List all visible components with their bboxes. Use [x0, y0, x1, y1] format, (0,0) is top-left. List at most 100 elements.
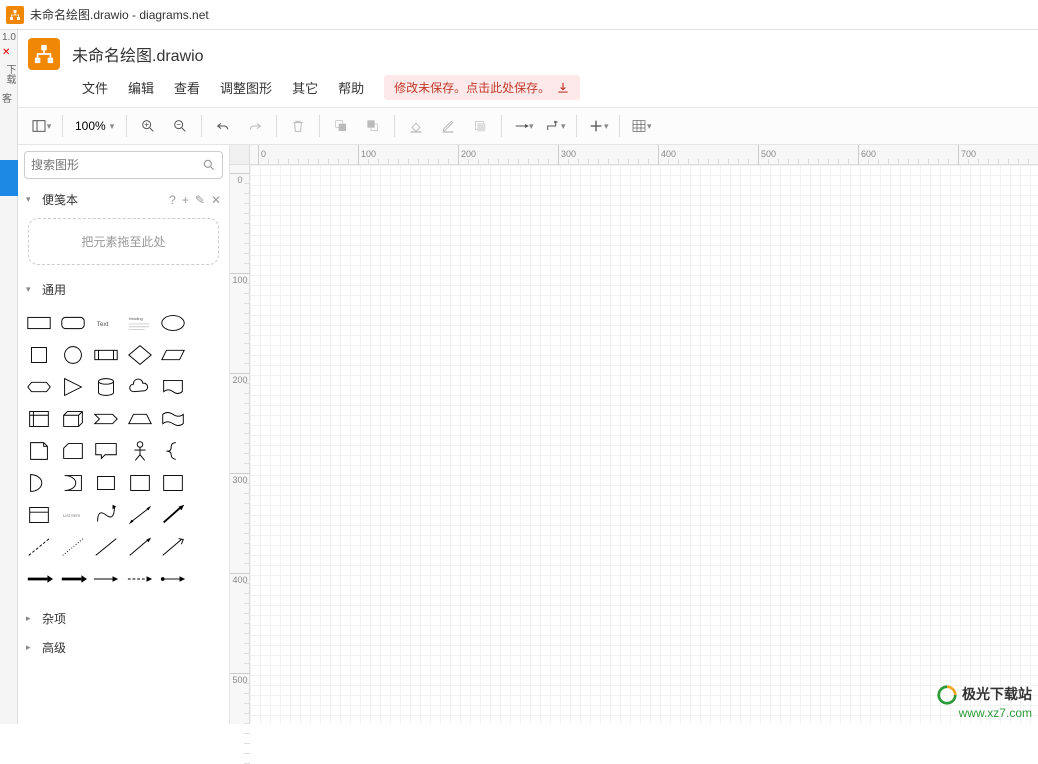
shape-line[interactable]	[91, 532, 121, 562]
shape-line-open-arrow[interactable]	[158, 532, 188, 562]
shape-and[interactable]	[58, 468, 88, 498]
shape-callout[interactable]	[91, 436, 121, 466]
undo-button[interactable]	[208, 112, 238, 140]
shape-internal-storage[interactable]	[24, 404, 54, 434]
shape-card[interactable]	[58, 436, 88, 466]
fill-color-button[interactable]	[401, 112, 431, 140]
shadow-button[interactable]	[465, 112, 495, 140]
menubar: 文件 编辑 查看 调整图形 其它 帮助 修改未保存。点击此处保存。	[18, 70, 1038, 107]
shape-hexagon[interactable]	[24, 372, 54, 402]
host-left-strip: 1.0 ✕ 下载 客	[0, 30, 18, 724]
shape-cube[interactable]	[58, 404, 88, 434]
window-titlebar: 未命名绘图.drawio - diagrams.net	[0, 0, 1038, 30]
zoom-dropdown[interactable]: 100%▾	[69, 119, 120, 133]
panel-advanced-header[interactable]: ▸ 高级	[18, 633, 229, 662]
shape-curve[interactable]	[91, 500, 121, 530]
scratchpad-dropzone[interactable]: 把元素拖至此处	[28, 218, 219, 265]
shape-circle[interactable]	[58, 340, 88, 370]
app-icon	[6, 6, 24, 24]
shape-search-input[interactable]	[31, 158, 202, 172]
shape-rounded-rectangle[interactable]	[58, 308, 88, 338]
menu-extras[interactable]: 其它	[282, 74, 328, 101]
delete-button[interactable]	[283, 112, 313, 140]
chevron-right-icon: ▸	[26, 642, 36, 653]
chevron-right-icon: ▸	[26, 613, 36, 624]
connection-style-button[interactable]: ▾	[508, 112, 538, 140]
app-shell: 未命名绘图.drawio 文件 编辑 查看 调整图形 其它 帮助 修改未保存。点…	[18, 30, 1038, 724]
search-icon	[202, 158, 216, 172]
to-back-button[interactable]	[358, 112, 388, 140]
shape-step[interactable]	[91, 404, 121, 434]
shape-list[interactable]	[24, 500, 54, 530]
unsaved-banner-text: 修改未保存。点击此处保存。	[394, 79, 550, 96]
shape-palette-general: Text Heading	[18, 304, 229, 604]
shape-process[interactable]	[91, 340, 121, 370]
scratchpad-edit-icon[interactable]: ✎	[195, 193, 205, 207]
waypoint-style-button[interactable]: ▾	[540, 112, 570, 140]
ruler-vertical: 0100200300400500	[230, 165, 250, 724]
menu-help[interactable]: 帮助	[328, 74, 374, 101]
shape-ellipse[interactable]	[158, 308, 188, 338]
shape-list-item[interactable]: List Item	[58, 500, 88, 530]
shape-note[interactable]	[24, 436, 54, 466]
shape-connector4[interactable]	[125, 564, 155, 594]
shape-triangle[interactable]	[58, 372, 88, 402]
shape-arrow[interactable]	[158, 500, 188, 530]
shape-connector5[interactable]	[158, 564, 188, 594]
shape-text[interactable]: Text	[91, 308, 121, 338]
insert-button[interactable]: ▾	[583, 112, 613, 140]
redo-button[interactable]	[240, 112, 270, 140]
doc-title[interactable]: 未命名绘图.drawio	[72, 42, 204, 66]
svg-text:Heading: Heading	[128, 317, 142, 321]
shape-connector2[interactable]	[58, 564, 88, 594]
shape-container2[interactable]	[158, 468, 188, 498]
sidebar: ▾ 便笺本 ? + ✎ ✕ 把元素拖至此处 ▾ 通用 Text Heading	[18, 145, 230, 724]
scratchpad-add-icon[interactable]: +	[182, 193, 189, 207]
shape-textbox[interactable]: Heading	[125, 308, 155, 338]
shape-cloud[interactable]	[125, 372, 155, 402]
table-button[interactable]: ▾	[626, 112, 656, 140]
shape-actor[interactable]	[125, 436, 155, 466]
sidebar-toggle-button[interactable]: ▾	[26, 112, 56, 140]
panel-scratchpad-header[interactable]: ▾ 便笺本 ? + ✎ ✕	[18, 185, 229, 214]
svg-text:List Item: List Item	[62, 513, 80, 518]
shape-connector1[interactable]	[24, 564, 54, 594]
canvas-area[interactable]: 0100200300400500600700 0100200300400500	[230, 145, 1038, 724]
shape-bidir-arrow[interactable]	[125, 500, 155, 530]
shape-diamond[interactable]	[125, 340, 155, 370]
zoom-out-button[interactable]	[165, 112, 195, 140]
menu-edit[interactable]: 编辑	[118, 74, 164, 101]
shape-dotted-line[interactable]	[58, 532, 88, 562]
shape-parallelogram[interactable]	[158, 340, 188, 370]
panel-misc-header[interactable]: ▸ 杂项	[18, 604, 229, 633]
download-icon	[556, 81, 570, 95]
unsaved-banner[interactable]: 修改未保存。点击此处保存。	[384, 75, 580, 100]
shape-curly-bracket[interactable]	[158, 436, 188, 466]
shape-dashed-line[interactable]	[24, 532, 54, 562]
shape-line-arrow2[interactable]	[125, 532, 155, 562]
shape-square[interactable]	[24, 340, 54, 370]
canvas-grid[interactable]	[250, 165, 1038, 724]
window-title-text: 未命名绘图.drawio - diagrams.net	[30, 6, 209, 23]
scratchpad-help-icon[interactable]: ?	[169, 193, 176, 207]
shape-connector3[interactable]	[91, 564, 121, 594]
to-front-button[interactable]	[326, 112, 356, 140]
panel-general-header[interactable]: ▾ 通用	[18, 275, 229, 304]
menu-view[interactable]: 查看	[164, 74, 210, 101]
scratchpad-close-icon[interactable]: ✕	[211, 193, 221, 207]
shape-rectangle[interactable]	[24, 308, 54, 338]
shape-cylinder[interactable]	[91, 372, 121, 402]
shape-container[interactable]	[125, 468, 155, 498]
shape-trapezoid[interactable]	[125, 404, 155, 434]
zoom-in-button[interactable]	[133, 112, 163, 140]
shape-or[interactable]	[24, 468, 54, 498]
shape-search[interactable]	[24, 151, 223, 179]
shape-tape[interactable]	[158, 404, 188, 434]
shape-data-storage[interactable]	[91, 468, 121, 498]
line-color-button[interactable]	[433, 112, 463, 140]
shape-document[interactable]	[158, 372, 188, 402]
menu-arrange[interactable]: 调整图形	[210, 74, 282, 101]
chevron-down-icon: ▾	[26, 194, 36, 205]
chevron-down-icon: ▾	[26, 284, 36, 295]
menu-file[interactable]: 文件	[72, 74, 118, 101]
